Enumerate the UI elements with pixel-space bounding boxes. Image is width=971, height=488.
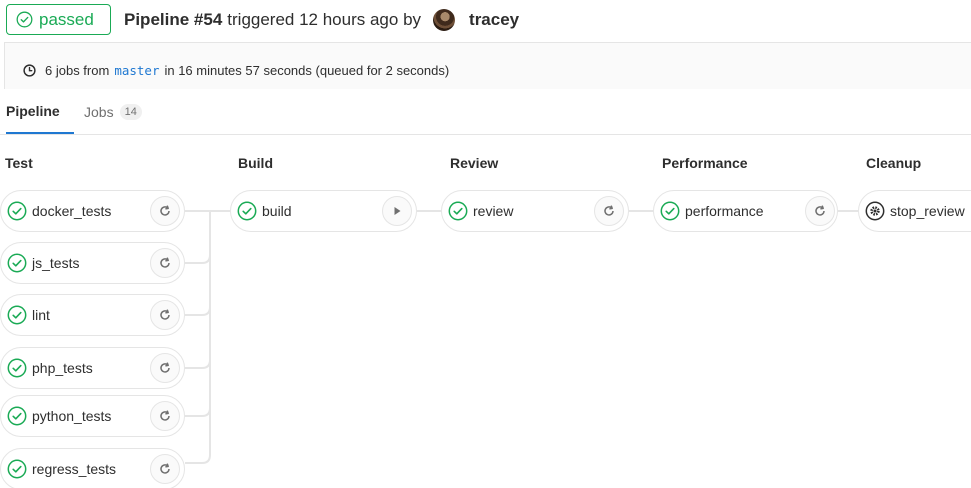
retry-button[interactable]: [594, 196, 624, 226]
pipeline-tabs: Pipeline Jobs 14: [0, 89, 971, 135]
job-name: js_tests: [32, 255, 80, 271]
retry-icon: [160, 362, 170, 373]
job-performance[interactable]: performance: [653, 190, 838, 232]
check-circle-icon: [237, 201, 257, 221]
retry-button[interactable]: [150, 300, 180, 330]
job-php-tests[interactable]: php_tests: [0, 347, 185, 389]
job-name: performance: [685, 203, 764, 219]
retry-icon: [160, 410, 170, 421]
retry-button[interactable]: [150, 248, 180, 278]
job-name: docker_tests: [32, 203, 112, 219]
duration-text: in 16 minutes 57 seconds (queued for 2 s…: [164, 63, 450, 78]
retry-icon: [160, 463, 170, 474]
ref-link[interactable]: master: [114, 63, 159, 78]
check-circle-icon: [7, 201, 27, 221]
job-name: stop_review: [890, 203, 965, 219]
jobs-count-badge: 14: [119, 104, 142, 120]
pipeline-header: passed Pipeline #54 triggered 12 hours a…: [0, 0, 971, 40]
pipeline-title: Pipeline #54 triggered 12 hours ago by t…: [124, 9, 519, 31]
status-badge[interactable]: passed: [6, 4, 111, 35]
play-button[interactable]: [382, 196, 412, 226]
stage-title-performance: Performance: [662, 155, 748, 171]
author-name[interactable]: tracey: [469, 10, 519, 30]
check-circle-icon: [7, 358, 27, 378]
play-icon: [394, 207, 401, 215]
avatar[interactable]: [433, 9, 456, 31]
job-docker-tests[interactable]: docker_tests: [0, 190, 185, 232]
stage-title-build: Build: [238, 155, 273, 171]
status-label: passed: [39, 9, 94, 29]
retry-button[interactable]: [150, 196, 180, 226]
job-name: lint: [32, 307, 50, 323]
stage-title-cleanup: Cleanup: [866, 155, 922, 171]
retry-button[interactable]: [150, 454, 180, 484]
check-circle-icon: [660, 201, 680, 221]
retry-button[interactable]: [805, 196, 835, 226]
job-regress-tests[interactable]: regress_tests: [0, 448, 185, 488]
check-circle-icon: [7, 459, 27, 479]
job-python-tests[interactable]: python_tests: [0, 395, 185, 437]
retry-icon: [160, 309, 170, 320]
job-stop-review[interactable]: stop_review: [858, 190, 971, 232]
job-name: php_tests: [32, 360, 93, 376]
tab-pipeline-label: Pipeline: [6, 102, 60, 119]
triggered-text: triggered 12 hours ago by: [227, 10, 422, 29]
job-js-tests[interactable]: js_tests: [0, 242, 185, 284]
tab-pipeline[interactable]: Pipeline: [6, 89, 74, 134]
job-name: build: [262, 203, 292, 219]
retry-button[interactable]: [150, 401, 180, 431]
gear-circle-icon: [865, 201, 885, 221]
retry-icon: [160, 257, 170, 268]
retry-icon: [815, 205, 825, 216]
tab-jobs-label: Jobs: [84, 104, 114, 120]
retry-button[interactable]: [150, 353, 180, 383]
jobs-count-text: 6 jobs from: [45, 63, 110, 78]
stage-title-review: Review: [450, 155, 499, 171]
retry-icon: [604, 205, 614, 216]
clock-icon: [23, 64, 36, 77]
stage-title-test: Test: [5, 155, 33, 171]
check-circle-icon: [7, 305, 27, 325]
job-review[interactable]: review: [441, 190, 629, 232]
check-circle-icon: [16, 11, 33, 28]
job-build[interactable]: build: [230, 190, 417, 232]
check-circle-icon: [7, 406, 27, 426]
job-name: regress_tests: [32, 461, 117, 477]
pipeline-id: Pipeline #54: [124, 10, 223, 29]
retry-icon: [160, 205, 170, 216]
job-name: python_tests: [32, 408, 112, 424]
check-circle-icon: [448, 201, 468, 221]
tab-jobs[interactable]: Jobs 14: [84, 89, 142, 135]
check-circle-icon: [7, 253, 27, 273]
job-lint[interactable]: lint: [0, 294, 185, 336]
pipeline-info-bar: 6 jobs from master in 16 minutes 57 seco…: [4, 42, 971, 89]
job-name: review: [473, 203, 514, 219]
